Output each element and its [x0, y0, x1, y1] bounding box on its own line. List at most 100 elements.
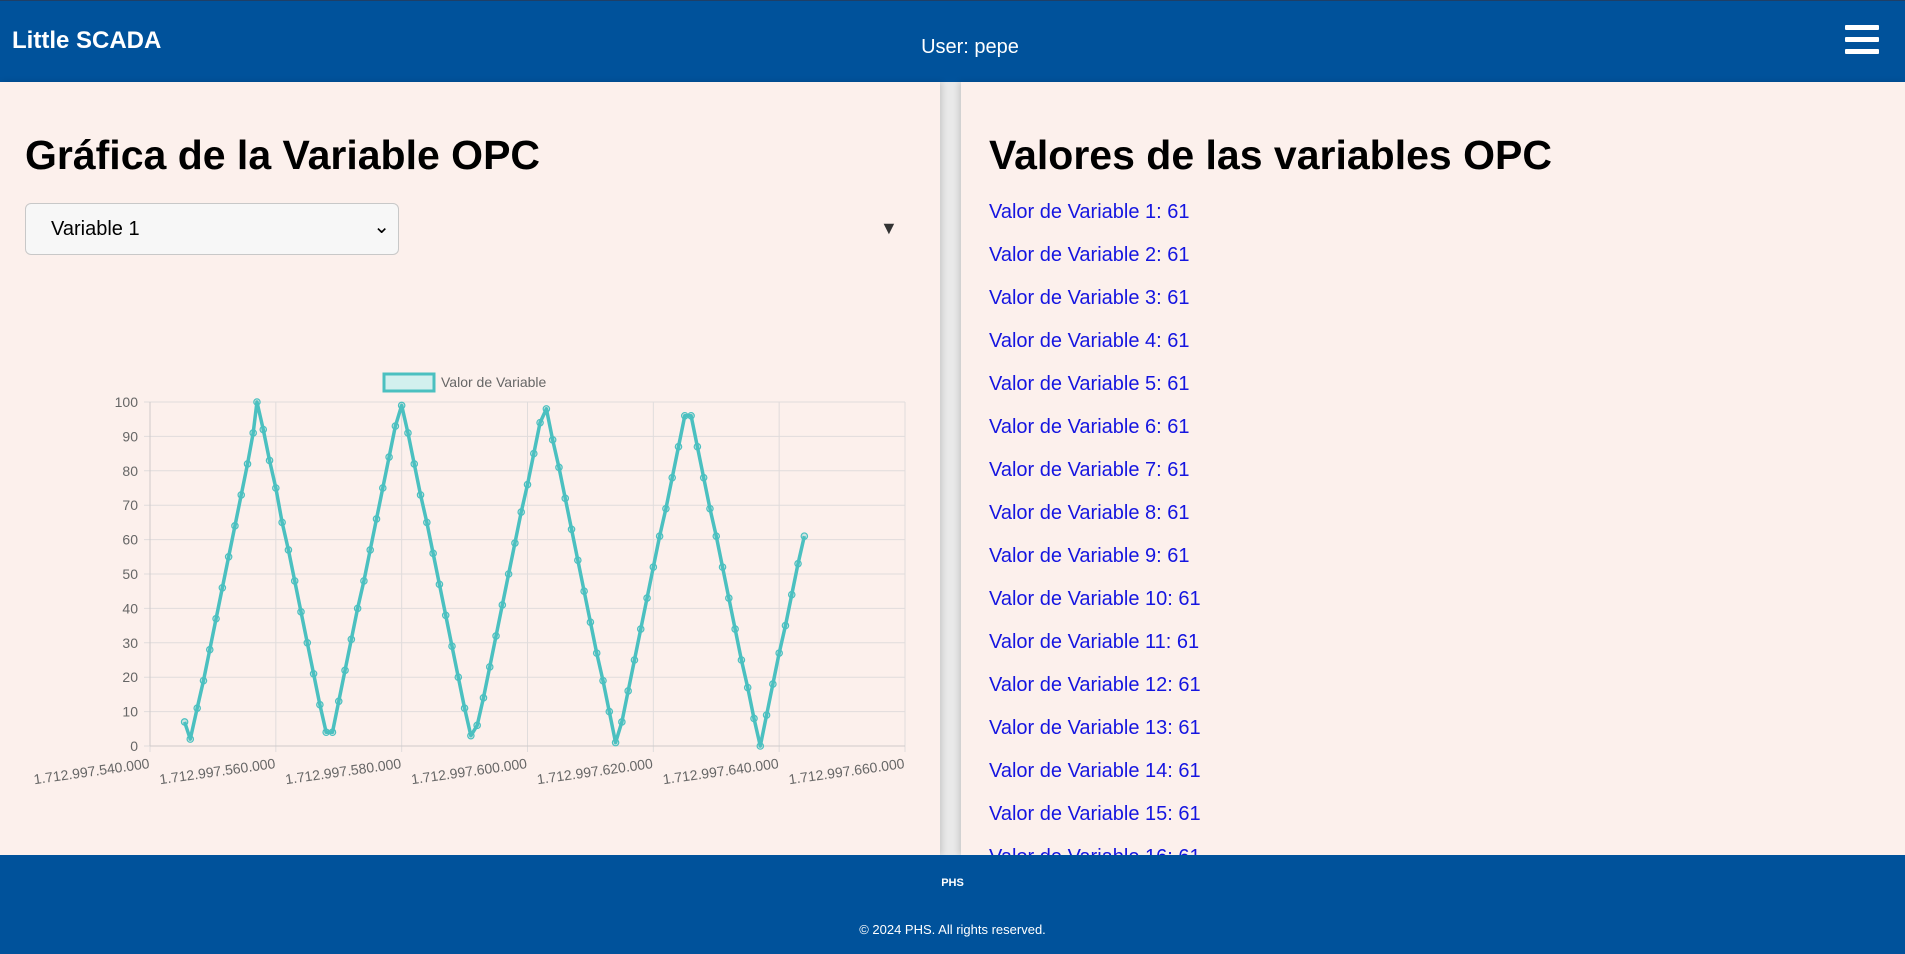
variable-value-item[interactable]: Valor de Variable 5: 61: [989, 372, 1201, 415]
data-point: [316, 700, 324, 709]
variable-value-item[interactable]: Valor de Variable 6: 61: [989, 415, 1201, 458]
x-tick-label: 1.712.997.560.000: [158, 755, 276, 787]
x-tick-label: 1.712.997.660.000: [788, 755, 906, 787]
data-point: [731, 625, 739, 633]
data-point: [687, 411, 695, 420]
data-point: [630, 656, 639, 664]
y-tick-label: 30: [122, 635, 138, 651]
data-point: [485, 663, 494, 671]
variable-select-value: Variable 1: [51, 218, 140, 240]
footer-logo: PHS: [941, 877, 964, 889]
data-point: [435, 580, 444, 589]
data-point: [322, 728, 330, 737]
data-point: [473, 721, 481, 730]
data-point: [249, 429, 257, 437]
data-point: [794, 559, 802, 568]
y-tick-label: 50: [122, 566, 138, 582]
variable-value-list: Valor de Variable 1: 61 Valor de Variable…: [989, 200, 1201, 855]
data-point: [224, 552, 233, 561]
data-point: [290, 577, 299, 585]
variable-value-item[interactable]: Valor de Variable 10: 61: [989, 587, 1201, 630]
data-point: [618, 718, 626, 726]
y-tick-label: 100: [115, 394, 139, 410]
x-tick-label: 1.712.997.640.000: [662, 755, 780, 787]
y-tick-label: 80: [122, 463, 138, 479]
data-point: [750, 714, 758, 723]
data-point: [366, 546, 375, 554]
data-point: [218, 583, 227, 592]
data-point: [243, 460, 252, 468]
data-point: [385, 453, 393, 461]
hamburger-menu-icon[interactable]: [1845, 25, 1879, 55]
data-point: [372, 515, 381, 523]
variable-value-item[interactable]: Valor de Variable 4: 61: [989, 329, 1201, 372]
chart-panel-title: Gráfica de la Variable OPC: [25, 132, 541, 178]
data-point: [212, 614, 220, 623]
data-point: [769, 680, 777, 688]
variable-value-item[interactable]: Valor de Variable 9: 61: [989, 544, 1201, 587]
data-point: [460, 704, 469, 712]
data-point: [353, 604, 362, 613]
variable-value-item[interactable]: Valor de Variable 7: 61: [989, 458, 1201, 501]
data-point: [718, 563, 727, 571]
data-point: [404, 429, 412, 437]
data-point: [397, 401, 406, 410]
data-point: [586, 618, 595, 626]
variable-select[interactable]: Variable 1 ⌄: [25, 203, 399, 255]
data-point: [429, 549, 437, 558]
data-point: [517, 508, 526, 516]
variable-value-item[interactable]: Valor de Variable 14: 61: [989, 759, 1201, 802]
data-point: [441, 611, 450, 620]
dropdown-arrow-icon[interactable]: ▼: [880, 218, 898, 239]
data-point: [561, 494, 570, 503]
variable-value-item[interactable]: Valor de Variable 8: 61: [989, 501, 1201, 544]
variable-value-item[interactable]: Valor de Variable 16: 61: [989, 845, 1201, 855]
x-tick-label: 1.712.997.620.000: [536, 755, 654, 787]
data-point: [284, 546, 293, 554]
variable-value-item[interactable]: Valor de Variable 1: 61: [989, 200, 1201, 243]
data-point: [479, 694, 488, 702]
data-point: [592, 649, 601, 657]
data-point: [297, 608, 305, 616]
data-point: [762, 711, 771, 719]
data-point: [536, 418, 544, 427]
data-point: [265, 456, 274, 465]
y-tick-label: 70: [122, 497, 138, 513]
data-point: [231, 522, 239, 530]
x-tick-label: 1.712.997.600.000: [410, 755, 528, 787]
app-header: Little SCADA User: pepe: [0, 0, 1905, 82]
data-point: [347, 635, 356, 644]
data-point: [668, 473, 677, 482]
variable-value-item[interactable]: Valor de Variable 11: 61: [989, 630, 1201, 673]
y-tick-label: 40: [122, 600, 138, 616]
data-point: [180, 718, 189, 726]
variable-value-item[interactable]: Valor de Variable 12: 61: [989, 673, 1201, 716]
data-point: [492, 632, 500, 640]
data-point: [743, 683, 752, 692]
data-point: [303, 638, 312, 647]
variable-value-item[interactable]: Valor de Variable 15: 61: [989, 802, 1201, 845]
data-point: [498, 601, 507, 609]
data-point: [655, 532, 664, 540]
data-point: [199, 676, 208, 685]
data-point: [605, 707, 614, 716]
data-point: [511, 539, 519, 547]
x-tick-label: 1.712.997.540.000: [33, 755, 151, 787]
data-point: [800, 532, 809, 540]
data-point: [523, 480, 532, 489]
data-point: [775, 649, 783, 657]
x-tick-label: 1.712.997.580.000: [284, 755, 402, 787]
data-point: [756, 742, 765, 750]
data-point: [542, 405, 551, 413]
data-point: [454, 673, 463, 682]
variable-value-item[interactable]: Valor de Variable 3: 61: [989, 286, 1201, 329]
data-point: [410, 460, 419, 468]
legend-label: Valor de Variable: [441, 374, 547, 390]
data-point: [529, 449, 538, 458]
data-point: [205, 645, 214, 654]
chevron-down-icon: ⌄: [373, 216, 390, 238]
variable-value-item[interactable]: Valor de Variable 13: 61: [989, 716, 1201, 759]
data-point: [391, 422, 400, 430]
variable-value-item[interactable]: Valor de Variable 2: 61: [989, 243, 1201, 286]
data-point: [186, 735, 195, 743]
